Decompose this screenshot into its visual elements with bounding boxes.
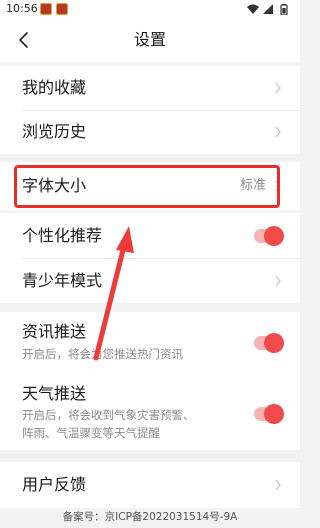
- chevron-right-icon: [275, 479, 281, 491]
- toggle-knob: [264, 226, 284, 246]
- font-size-row[interactable]: 字体大小 标准: [0, 162, 300, 210]
- news-push-row: 资讯推送 开启后，将会为您推送热门资讯: [0, 312, 300, 374]
- signal-icon: [263, 4, 273, 14]
- settings-group-personal: 个性化推荐 青少年模式: [0, 213, 300, 303]
- history-label: 浏览历史: [22, 122, 87, 141]
- youth-mode-label: 青少年模式: [22, 271, 103, 290]
- feedback-label: 用户反馈: [22, 475, 87, 494]
- nav-bar: 设置: [0, 18, 300, 62]
- font-size-label: 字体大小: [22, 176, 87, 195]
- chevron-right-icon: [275, 275, 281, 287]
- news-push-toggle[interactable]: [254, 333, 284, 353]
- toggle-knob: [264, 333, 284, 353]
- font-size-value: 标准: [239, 178, 266, 193]
- youth-mode-row[interactable]: 青少年模式: [0, 258, 300, 303]
- weather-push-row: 天气推送 开启后，将会收到气象灾害预警、 阵雨、气温骤变等天气提醒: [0, 376, 300, 450]
- weather-push-description-line2: 阵雨、气温骤变等天气提醒: [22, 426, 160, 440]
- settings-group-push: 资讯推送 开启后，将会为您推送热门资讯 天气推送 开启后，将会收到气象灾害预警、…: [0, 312, 300, 450]
- feedback-row[interactable]: 用户反馈: [0, 462, 300, 508]
- settings-group-feedback: 用户反馈: [0, 462, 300, 508]
- status-bar: 10:56: [0, 0, 300, 18]
- settings-group-display: 字体大小 标准: [0, 162, 300, 210]
- chevron-right-icon: [275, 180, 281, 192]
- personalized-toggle[interactable]: [254, 226, 284, 246]
- chevron-right-icon: [275, 126, 281, 138]
- battery-icon: [280, 3, 288, 15]
- wifi-icon: [247, 4, 259, 14]
- weather-push-description-line1: 开启后，将会收到气象灾害预警、: [22, 408, 195, 422]
- favorites-label: 我的收藏: [22, 78, 87, 97]
- weather-push-label: 天气推送: [22, 384, 87, 403]
- chevron-right-icon: [275, 82, 281, 94]
- history-row[interactable]: 浏览历史: [0, 110, 300, 154]
- favorites-row[interactable]: 我的收藏: [0, 66, 300, 110]
- news-push-description: 开启后，将会为您推送热门资讯: [22, 347, 183, 361]
- weather-push-toggle[interactable]: [254, 404, 284, 424]
- icp-record-text: 备案号：京ICP备2022031514号-9A: [62, 511, 238, 523]
- app-notification-icon: [40, 3, 52, 15]
- page-title: 设置: [133, 30, 166, 49]
- status-time: 10:56: [6, 2, 38, 15]
- settings-group-content: 我的收藏 浏览历史: [0, 66, 300, 154]
- news-push-label: 资讯推送: [22, 322, 87, 341]
- app-notification-icon: [56, 3, 68, 15]
- toggle-knob: [264, 404, 284, 424]
- personalized-label: 个性化推荐: [22, 226, 103, 245]
- system-status-icons: [246, 3, 290, 15]
- personalized-row: 个性化推荐: [0, 213, 300, 258]
